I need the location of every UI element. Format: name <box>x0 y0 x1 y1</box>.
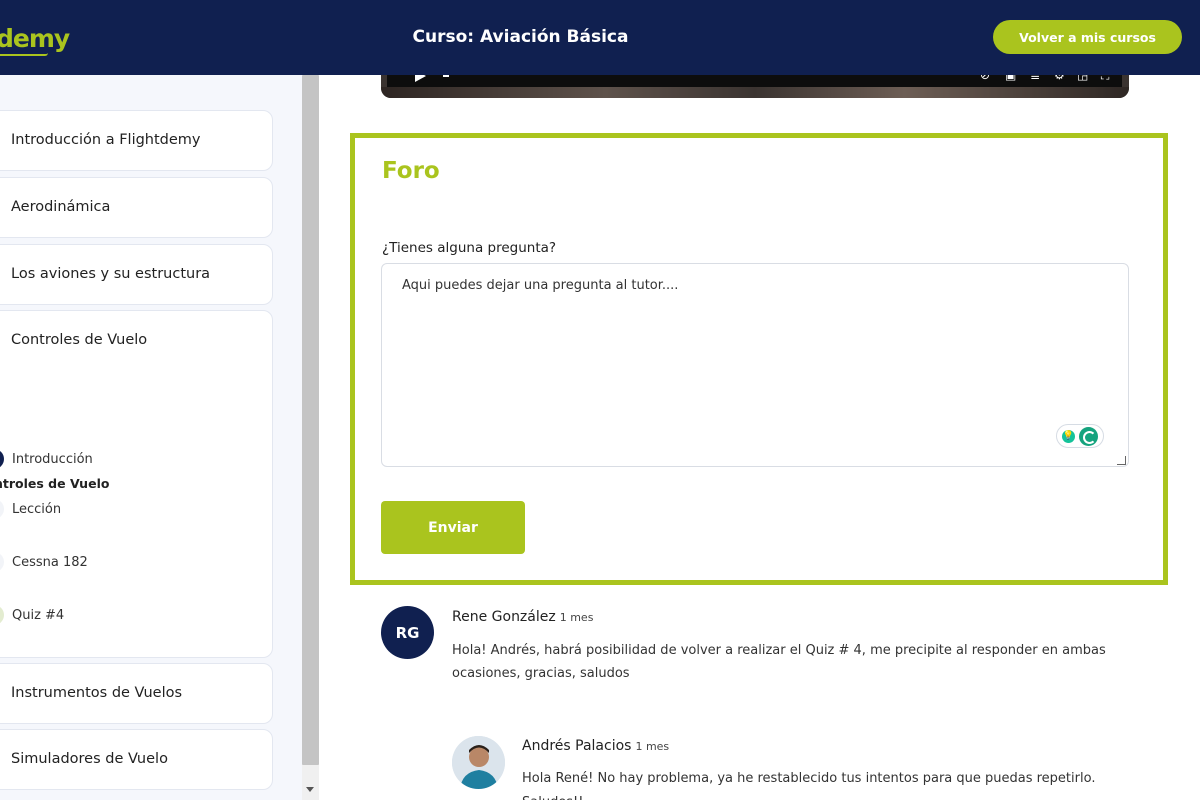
video-player[interactable]: ⊘ ▣ ≣ ⚙ ◲ ⛶ <box>381 75 1129 98</box>
question-label: ¿Tienes alguna pregunta? <box>382 240 557 256</box>
forum-title: Foro <box>382 158 440 184</box>
textarea-resize-handle-icon[interactable] <box>1117 456 1126 465</box>
avatar: RG <box>381 606 434 659</box>
lesson-introduccion[interactable]: Introducción <box>0 447 93 471</box>
lesson-status-icon <box>0 449 4 469</box>
reply-body: Hola René! No hay problema, ya he restab… <box>522 771 1096 800</box>
comment-author-name: Rene González <box>452 609 556 625</box>
lesson-leccion[interactable]: Lección <box>0 497 61 521</box>
lesson-quiz-4[interactable]: Quiz #4 <box>0 603 64 627</box>
sidebar-scrollbar[interactable] <box>302 75 319 800</box>
module-label: Aerodinámica <box>11 199 111 215</box>
reply-author: Andrés Palacios 1 mes <box>522 738 669 754</box>
comment-body: Hola! Andrés, habrá posibilidad de volve… <box>452 643 1106 681</box>
module-aviones-estructura[interactable]: Los aviones y su estructura <box>0 244 273 305</box>
module-label: Controles de Vuelo <box>11 332 148 348</box>
transcript-icon[interactable]: ≣ <box>1030 75 1040 82</box>
scroll-down-arrow-icon[interactable] <box>306 787 314 792</box>
course-outline-sidebar: Introducción a Flightdemy Aerodinámica L… <box>0 75 302 800</box>
expanded-module-heading: ntroles de Vuelo <box>0 476 110 491</box>
miniplayer-icon[interactable]: ◲ <box>1077 75 1088 82</box>
module-simuladores-de-vuelo[interactable]: Simuladores de Vuelo <box>0 729 273 790</box>
lesson-label: Quiz #4 <box>12 607 65 623</box>
back-to-my-courses-button[interactable]: Volver a mis cursos <box>993 20 1182 54</box>
module-aerodinamica[interactable]: Aerodinámica <box>0 177 273 238</box>
grammarly-icon[interactable] <box>1079 426 1098 446</box>
play-icon[interactable] <box>415 75 426 82</box>
top-navigation-bar: demy Curso: Aviación Básica Volver a mis… <box>0 0 1200 75</box>
course-title: Curso: Aviación Básica <box>412 27 629 47</box>
forum-panel: Foro ¿Tienes alguna pregunta? Aqui puede… <box>350 133 1168 585</box>
lesson-label: Introducción <box>12 451 93 467</box>
settings-icon[interactable]: ⚙ <box>1054 75 1065 82</box>
lesson-status-icon <box>0 499 4 519</box>
lightbulb-icon[interactable]: 💡 <box>1062 429 1075 443</box>
video-frame <box>381 87 1129 98</box>
module-label: Los aviones y su estructura <box>11 266 211 282</box>
progress-scrubber[interactable] <box>443 75 449 77</box>
question-textarea[interactable]: Aqui puedes dejar una pregunta al tutor.… <box>381 263 1129 467</box>
lesson-status-icon <box>0 552 4 572</box>
send-button[interactable]: Enviar <box>381 501 525 554</box>
lesson-label: Cessna 182 <box>12 554 88 570</box>
comment-author: Rene González 1 mes <box>452 609 593 625</box>
main-content: ⊘ ▣ ≣ ⚙ ◲ ⛶ Foro ¿Tienes alguna pregunta… <box>319 75 1200 800</box>
module-label: Introducción a Flightdemy <box>11 132 201 148</box>
grammar-assistant-widget[interactable]: 💡 <box>1056 424 1104 448</box>
reply-timestamp: 1 mes <box>635 740 670 753</box>
avatar <box>452 736 505 789</box>
module-instrumentos-de-vuelos[interactable]: Instrumentos de Vuelos <box>0 663 273 724</box>
subtitles-icon[interactable]: ▣ <box>1005 75 1016 82</box>
logo-swoosh <box>0 53 48 56</box>
reply-author-name: Andrés Palacios <box>522 738 632 754</box>
module-intro-flightdemy[interactable]: Introducción a Flightdemy <box>0 110 273 171</box>
scrollbar-thumb[interactable] <box>302 75 319 765</box>
lesson-label: Lección <box>12 501 62 517</box>
lesson-status-icon <box>0 605 4 625</box>
autoplay-icon[interactable]: ⊘ <box>980 75 990 82</box>
module-label: Instrumentos de Vuelos <box>11 685 183 701</box>
lesson-cessna-182[interactable]: Cessna 182 <box>0 550 88 574</box>
comment-timestamp: 1 mes <box>559 611 594 624</box>
video-controls-bar: ⊘ ▣ ≣ ⚙ ◲ ⛶ <box>387 75 1122 87</box>
user-photo-icon <box>452 736 505 789</box>
module-label: Simuladores de Vuelo <box>11 751 168 767</box>
fullscreen-icon[interactable]: ⛶ <box>1101 75 1109 83</box>
